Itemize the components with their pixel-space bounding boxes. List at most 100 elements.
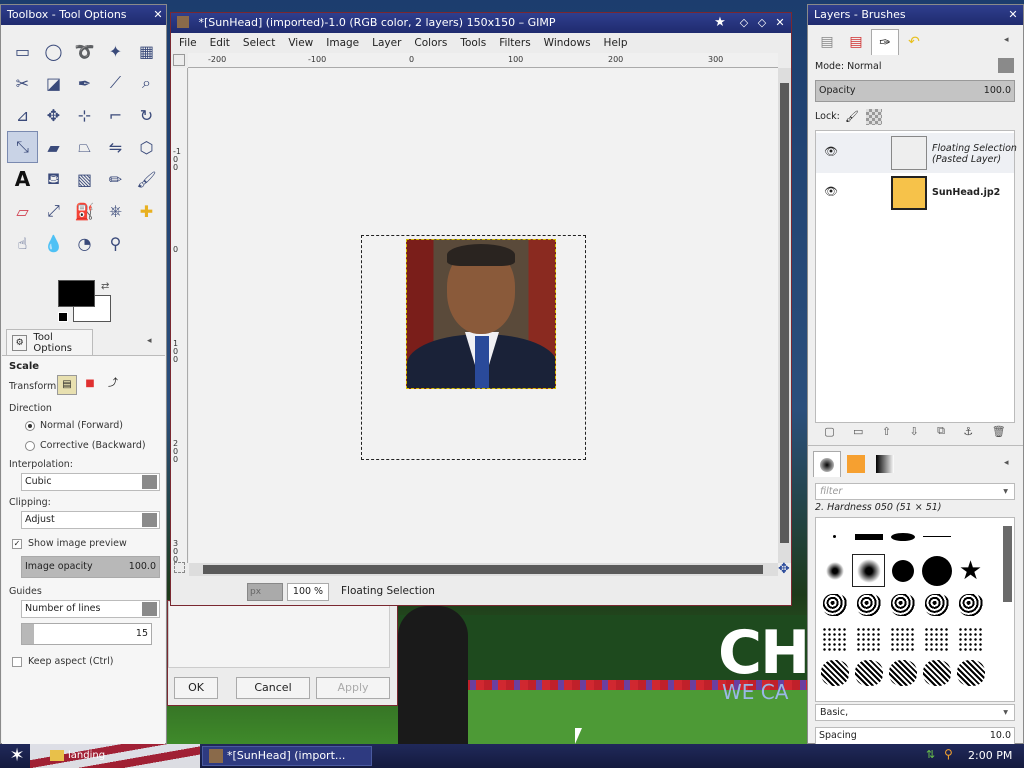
unit-select[interactable]: px (247, 583, 283, 601)
brush-spacing-slider[interactable]: Spacing 10.0 (815, 727, 1015, 745)
ellipse-select-icon[interactable]: ◯ (38, 35, 69, 67)
toolbox-titlebar[interactable]: Toolbox - Tool Options ✕ (1, 5, 166, 25)
rotate-icon[interactable]: ↻ (131, 99, 162, 131)
move-icon[interactable]: ✥ (38, 99, 69, 131)
eye-icon[interactable]: 👁 (824, 145, 838, 158)
panel-menu-icon[interactable]: ◂ (1004, 35, 1009, 45)
ok-button[interactable]: OK (174, 677, 218, 699)
quick-mask-icon[interactable] (174, 562, 185, 573)
ink-icon[interactable]: ⛽ (69, 195, 100, 227)
close-icon[interactable]: ✕ (1006, 8, 1020, 22)
menu-filters[interactable]: Filters (499, 37, 530, 49)
tab-patterns[interactable] (842, 451, 870, 477)
transform-path-icon[interactable]: ⤴ (103, 375, 123, 395)
horizontal-scrollbar[interactable] (189, 563, 778, 576)
clipping-select[interactable]: Adjust (21, 511, 160, 529)
paintbrush-icon[interactable]: 🖌 (131, 163, 162, 195)
guides-select[interactable]: Number of lines (21, 600, 160, 618)
layer-mode-select[interactable] (998, 58, 1014, 73)
brush-preset-cell[interactable] (852, 588, 885, 621)
free-select-icon[interactable]: ➰ (69, 35, 100, 67)
tab-paths[interactable]: ✑ (871, 29, 899, 55)
perspective-icon[interactable]: ⏢ (69, 131, 100, 163)
menu-help[interactable]: Help (604, 37, 628, 49)
blend-icon[interactable]: ▧ (69, 163, 100, 195)
brush-preset-cell[interactable] (852, 554, 885, 587)
menu-view[interactable]: View (288, 37, 313, 49)
layer-row[interactable]: 👁 SunHead.jp2 (816, 173, 1014, 213)
start-menu-icon[interactable]: ✶ (4, 745, 30, 767)
maximize-icon[interactable]: ◇ (755, 16, 769, 30)
text-icon[interactable]: A (7, 163, 38, 195)
brush-preset-cell[interactable] (920, 588, 953, 621)
lock-alpha-icon[interactable] (866, 109, 882, 125)
cancel-button[interactable]: Cancel (236, 677, 310, 699)
convolve-icon[interactable]: ⚲ (100, 227, 131, 259)
fuzzy-select-icon[interactable]: ✦ (100, 35, 131, 67)
brush-preset-cell[interactable] (920, 520, 953, 553)
select-by-color-icon[interactable]: ▦ (131, 35, 162, 67)
foreground-select-icon[interactable]: ◪ (38, 67, 69, 99)
duplicate-layer-icon[interactable]: ⧉ (937, 424, 945, 438)
brush-preset-cell[interactable] (954, 520, 987, 553)
brush-scrollbar[interactable] (1003, 526, 1012, 602)
transform-selection-icon[interactable]: ■ (80, 375, 100, 395)
close-icon[interactable]: ✕ (773, 16, 787, 30)
brush-preset-cell[interactable] (886, 656, 919, 689)
direction-normal-radio[interactable] (25, 421, 35, 431)
close-icon[interactable]: ✕ (151, 8, 165, 22)
delete-layer-icon[interactable]: 🗑 (992, 425, 1006, 438)
color-picker-icon[interactable]: ⟋ (100, 67, 131, 99)
blur-sharpen-icon[interactable]: 💧 (38, 227, 69, 259)
align-icon[interactable]: ⊹ (69, 99, 100, 131)
apply-button[interactable]: Apply (316, 677, 390, 699)
keep-aspect-checkbox[interactable] (12, 657, 22, 667)
tab-layers[interactable]: ▤ (813, 29, 841, 55)
layer-opacity-slider[interactable]: Opacity 100.0 (815, 80, 1015, 102)
brush-preset-cell[interactable] (852, 520, 885, 553)
image-canvas[interactable] (189, 68, 778, 563)
layers-dock-titlebar[interactable]: Layers - Brushes ✕ (808, 5, 1023, 25)
horizontal-ruler[interactable]: -200 -100 0 100 200 300 (188, 53, 778, 68)
brush-preset-cell[interactable] (886, 520, 919, 553)
network-icon[interactable]: ⇅ (926, 748, 935, 761)
shear-icon[interactable]: ▰ (38, 131, 69, 163)
tab-brushes[interactable] (813, 451, 841, 477)
layer-row[interactable]: 👁 Floating Selection (Pasted Layer) (816, 133, 1017, 173)
vertical-ruler[interactable]: -100 0 100 200 300 (171, 68, 188, 564)
scissors-select-icon[interactable]: ✂ (7, 67, 38, 99)
brush-preset-cell[interactable] (818, 656, 851, 689)
brush-preset-cell[interactable] (954, 656, 987, 689)
flip-icon[interactable]: ⇋ (100, 131, 131, 163)
panel-menu-icon[interactable]: ◂ (1004, 458, 1009, 468)
menu-image[interactable]: Image (326, 37, 359, 49)
foreground-color-swatch[interactable] (58, 280, 95, 307)
transform-layer-icon[interactable]: ▤ (57, 375, 77, 395)
paths-icon[interactable]: ✒ (69, 67, 100, 99)
tab-channels[interactable]: ▤ (842, 29, 870, 55)
brush-preset-cell[interactable] (818, 622, 851, 655)
brush-preset-cell[interactable] (920, 554, 953, 587)
vertical-scrollbar-thumb[interactable] (780, 83, 789, 543)
eraser-icon[interactable]: ▱ (7, 195, 38, 227)
panel-menu-icon[interactable]: ◂ (147, 336, 152, 346)
rect-select-icon[interactable]: ▭ (7, 35, 38, 67)
brush-preset-cell[interactable] (886, 622, 919, 655)
lock-pixels-icon[interactable]: 🖌 (844, 109, 860, 125)
vertical-scrollbar[interactable] (778, 68, 791, 563)
cage-transform-icon[interactable]: ⬡ (131, 131, 162, 163)
minimize-icon[interactable]: ◇ (737, 16, 751, 30)
menu-layer[interactable]: Layer (372, 37, 401, 49)
airbrush-icon[interactable]: ⤢ (38, 195, 69, 227)
brush-preset-cell[interactable] (920, 622, 953, 655)
search-icon[interactable]: ⚲ (944, 747, 953, 761)
guides-count-slider[interactable]: 15 (21, 623, 152, 645)
menu-colors[interactable]: Colors (414, 37, 447, 49)
direction-corrective-radio[interactable] (25, 441, 35, 451)
horizontal-scrollbar-thumb[interactable] (203, 565, 763, 574)
brush-preset-cell[interactable] (886, 554, 919, 587)
menu-file[interactable]: File (179, 37, 197, 49)
scale-icon[interactable]: ⤡ (7, 131, 38, 163)
brush-preset-cell[interactable] (818, 554, 851, 587)
brush-grid[interactable]: ★ (815, 517, 1015, 702)
